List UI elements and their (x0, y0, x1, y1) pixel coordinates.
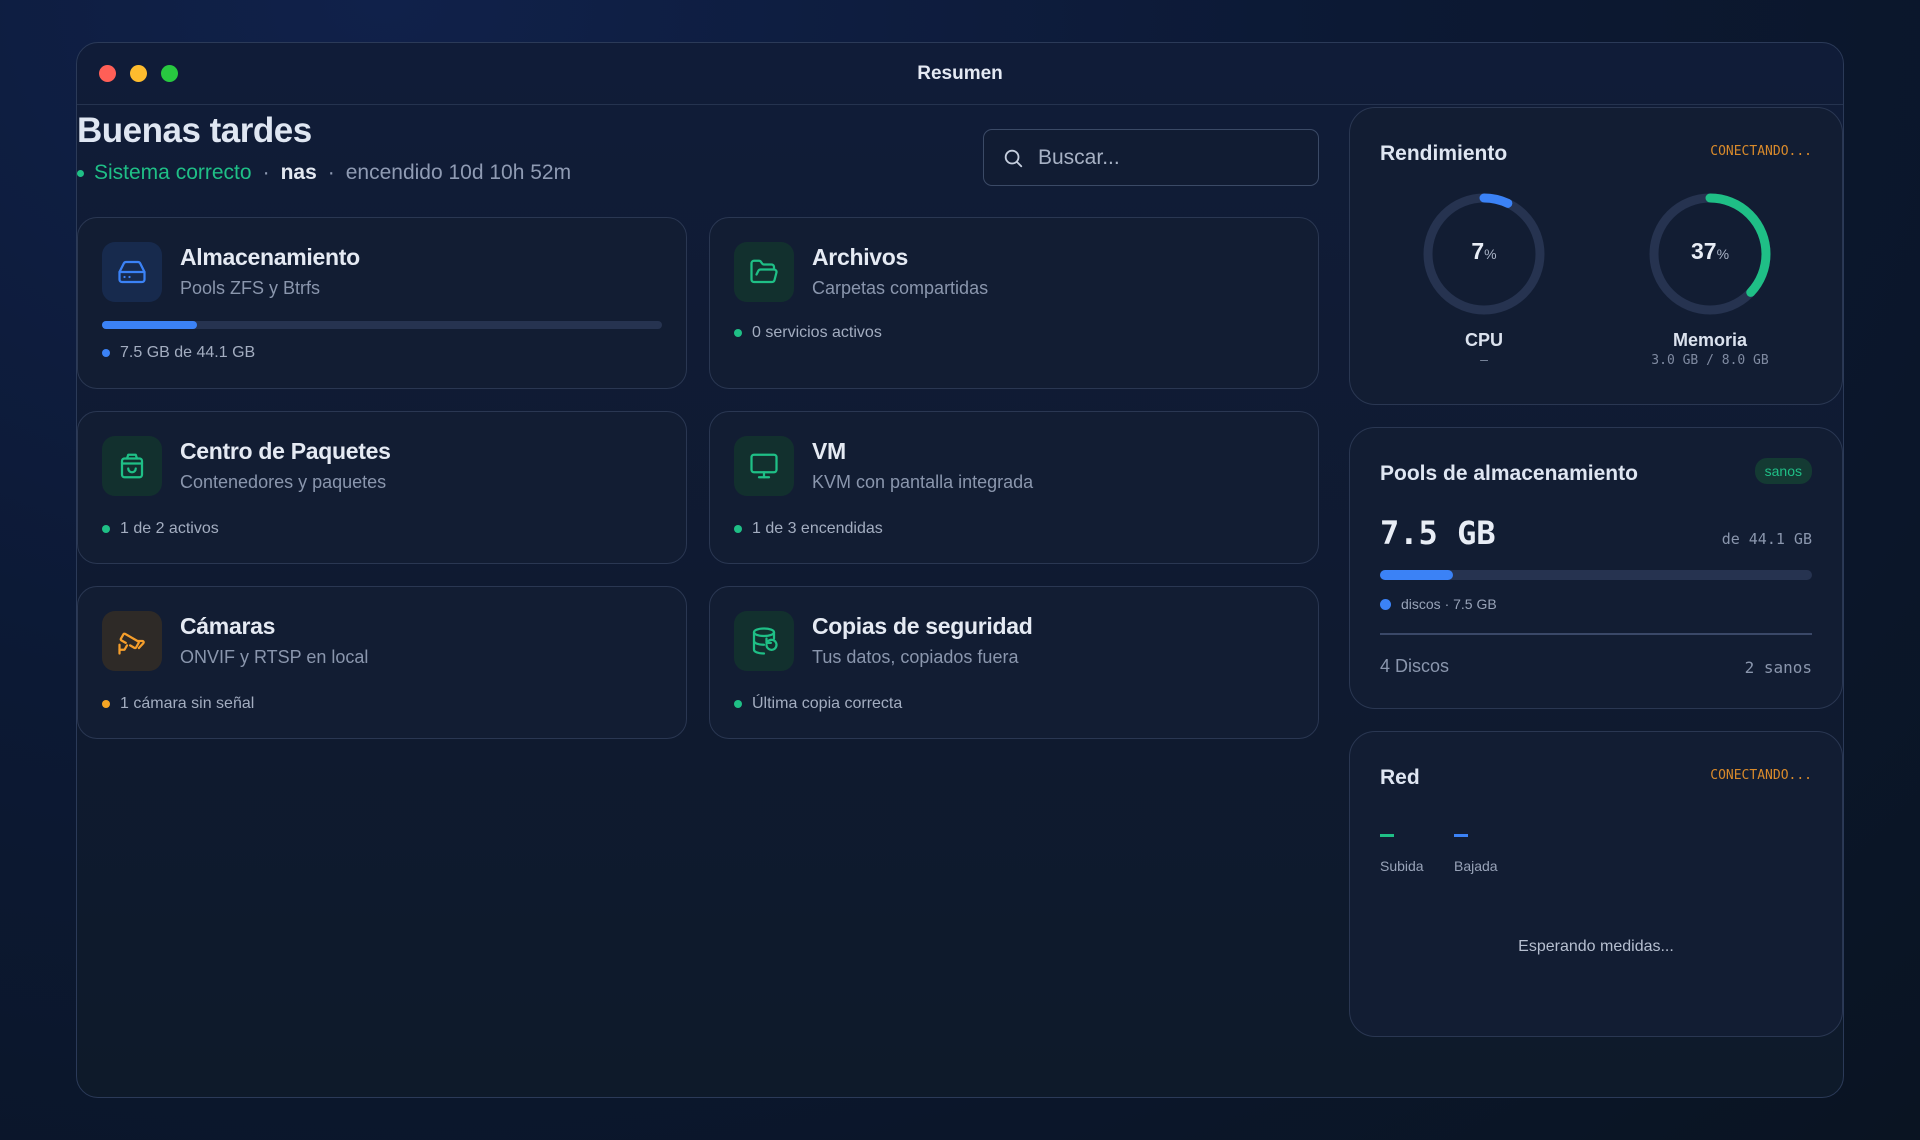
cpu-label: CPU (1464, 330, 1503, 350)
download-label: Bajada (1454, 858, 1498, 874)
pool-legend: discos · 7.5 GB (1380, 596, 1497, 612)
files-card[interactable]: Archivos Carpetas compartidas 0 servicio… (709, 217, 1319, 389)
card-title: Archivos (812, 244, 909, 270)
card-status-text: 7.5 GB de 44.1 GB (120, 344, 256, 361)
memory-detail: 3.0 GB / 8.0 GB (1651, 353, 1769, 368)
vm-card[interactable]: VM KVM con pantalla integrada 1 de 3 enc… (709, 411, 1319, 564)
card-subtitle: KVM con pantalla integrada (812, 472, 1034, 492)
shopping-bag-icon (102, 436, 162, 496)
healthy-count: 2 sanos (1744, 658, 1812, 677)
status-dot (734, 525, 742, 533)
performance-panel: Rendimiento CONECTANDO... 7% CPU — 37% M… (1349, 107, 1843, 405)
card-subtitle: Contenedores y paquetes (180, 472, 387, 492)
storage-pools-panel[interactable]: Pools de almacenamiento sanos 7.5 GB de … (1349, 427, 1843, 709)
system-status: Sistema correcto (94, 161, 252, 184)
pool-progress-fill (1380, 570, 1454, 580)
upload-indicator (1380, 834, 1394, 837)
card-title: Almacenamiento (180, 244, 360, 270)
storage-progress-bar (102, 321, 662, 329)
connection-state: CONECTANDO... (1710, 768, 1812, 783)
panel-title: Red (1380, 766, 1420, 789)
disk-count: 4 Discos (1380, 656, 1450, 676)
memory-gauge: 37% Memoria 3.0 GB / 8.0 GB (1646, 190, 1774, 368)
card-subtitle: Carpetas compartidas (812, 278, 989, 298)
card-title: Centro de Paquetes (180, 438, 391, 464)
app-window: Resumen Buenas tardes Sistema correcto ·… (76, 42, 1844, 1098)
card-status: 1 de 3 encendidas (734, 520, 883, 538)
monitor-icon (734, 436, 794, 496)
memory-label: Memoria (1672, 330, 1748, 350)
legend-dot (1380, 598, 1391, 610)
window-title: Resumen (917, 63, 1003, 84)
folder-open-icon (734, 242, 794, 302)
card-subtitle: Tus datos, copiados fuera (812, 647, 1019, 667)
panel-title: Rendimiento (1380, 142, 1508, 165)
card-status-text: Última copia correcta (752, 695, 903, 712)
memory-value: 37% (1690, 238, 1730, 264)
hostname: nas (280, 161, 317, 184)
pool-progress-bar (1380, 570, 1812, 580)
connection-state: CONECTANDO... (1710, 144, 1812, 159)
title-bar: Resumen (77, 43, 1843, 105)
upload-label: Subida (1380, 858, 1424, 874)
card-status: 1 cámara sin señal (102, 695, 254, 713)
storage-progress-fill (102, 321, 198, 329)
download-indicator (1454, 834, 1468, 837)
storage-card[interactable]: Almacenamiento Pools ZFS y Btrfs 7.5 GB … (77, 217, 687, 389)
card-status-text: 1 de 3 encendidas (752, 520, 883, 537)
card-title: VM (812, 438, 846, 464)
search-box[interactable] (983, 129, 1319, 186)
system-status-line: Sistema correcto · nas · encendido 10d 1… (77, 161, 571, 185)
card-status-text: 1 cámara sin señal (120, 695, 255, 712)
health-badge: sanos (1754, 458, 1812, 484)
cpu-detail: — (1480, 353, 1488, 368)
card-status: Última copia correcta (734, 695, 902, 713)
pool-total: de 44.1 GB (1721, 530, 1812, 548)
hard-drive-icon (102, 242, 162, 302)
status-dot (102, 700, 110, 708)
card-title: Copias de seguridad (812, 613, 1033, 639)
card-subtitle: ONVIF y RTSP en local (180, 647, 369, 667)
card-status: 1 de 2 activos (102, 520, 219, 538)
greeting-title: Buenas tardes (77, 111, 312, 150)
search-icon (1004, 149, 1023, 167)
pool-used: 7.5 GB (1380, 514, 1496, 552)
legend-text: discos · 7.5 GB (1401, 596, 1497, 612)
separator: · (327, 161, 335, 184)
panel-title: Pools de almacenamiento (1380, 462, 1638, 485)
cameras-card[interactable]: Cámaras ONVIF y RTSP en local 1 cámara s… (77, 586, 687, 739)
card-title: Cámaras (180, 613, 276, 639)
search-input[interactable] (1038, 145, 1298, 170)
status-dot (734, 329, 742, 337)
packages-card[interactable]: Centro de Paquetes Contenedores y paquet… (77, 411, 687, 564)
card-status: 0 servicios activos (734, 324, 882, 342)
card-subtitle: Pools ZFS y Btrfs (180, 278, 321, 298)
cctv-camera-icon (102, 611, 162, 671)
network-panel: Red CONECTANDO... Subida Bajada Esperand… (1349, 731, 1843, 1037)
status-dot (102, 525, 110, 533)
cpu-gauge: 7% CPU — (1420, 190, 1548, 368)
uptime: encendido 10d 10h 52m (345, 161, 572, 184)
card-status-text: 0 servicios activos (752, 324, 882, 341)
separator: · (262, 161, 270, 184)
cpu-value: 7% (1471, 238, 1497, 264)
status-dot (102, 349, 110, 357)
status-dot (734, 700, 742, 708)
card-status: 7.5 GB de 44.1 GB (102, 344, 255, 362)
waiting-message: Esperando medidas... (1518, 938, 1674, 955)
status-dot (77, 169, 84, 177)
card-status-text: 1 de 2 activos (120, 520, 219, 537)
database-backup-icon (734, 611, 794, 671)
backup-card[interactable]: Copias de seguridad Tus datos, copiados … (709, 586, 1319, 739)
divider (1380, 633, 1812, 635)
greeting-header: Buenas tardes Sistema correcto · nas · e… (77, 111, 571, 185)
